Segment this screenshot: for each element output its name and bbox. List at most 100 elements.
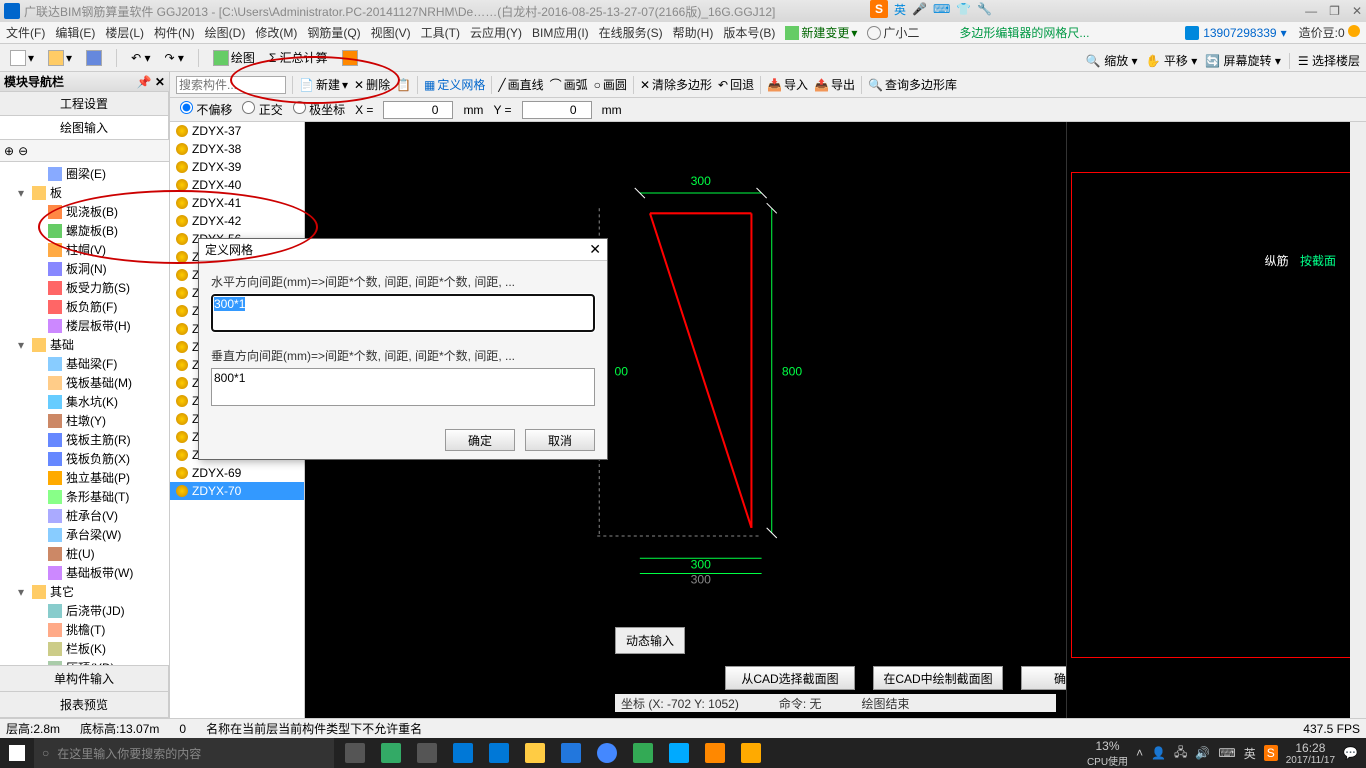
new-change-button[interactable]: 新建变更 ▾ bbox=[785, 24, 857, 41]
tree-node[interactable]: 现浇板(B) bbox=[2, 202, 167, 221]
task-view-icon[interactable] bbox=[338, 738, 372, 768]
tree-node[interactable]: 板洞(N) bbox=[2, 259, 167, 278]
user-short[interactable]: 广小二 bbox=[867, 24, 919, 41]
dialog-titlebar[interactable]: 定义网格 ✕ bbox=[199, 239, 607, 261]
menu-help[interactable]: 帮助(H) bbox=[673, 24, 714, 41]
tree-node[interactable]: 板受力筋(S) bbox=[2, 278, 167, 297]
draw-in-cad-button[interactable]: 在CAD中绘制截面图 bbox=[873, 666, 1003, 690]
tree-node[interactable]: 承台梁(W) bbox=[2, 525, 167, 544]
ime-settings-icon[interactable]: 🔧 bbox=[977, 2, 992, 16]
rotate-button[interactable]: 🔄 屏幕旋转 ▾ bbox=[1205, 52, 1281, 69]
tray-up-icon[interactable]: ˄ bbox=[1136, 746, 1143, 760]
cpu-meter[interactable]: 13% CPU使用 bbox=[1087, 739, 1128, 768]
app-4-icon[interactable] bbox=[662, 738, 696, 768]
tray-sogou-icon[interactable]: S bbox=[1264, 745, 1278, 761]
tree-node[interactable]: 筏板负筋(X) bbox=[2, 449, 167, 468]
undo-step-button[interactable]: ↶ 回退 bbox=[718, 76, 754, 93]
menu-tools[interactable]: 工具(T) bbox=[421, 24, 460, 41]
by-section-label[interactable]: 按截面 bbox=[1300, 254, 1336, 268]
new-component-button[interactable]: 📄 新建 ▾ bbox=[299, 76, 348, 93]
tray-network-icon[interactable]: 🖧 bbox=[1174, 743, 1187, 764]
menu-cloud[interactable]: 云应用(Y) bbox=[470, 24, 522, 41]
export-button[interactable]: 📤 导出 bbox=[814, 76, 855, 93]
tree-node[interactable]: 柱帽(V) bbox=[2, 240, 167, 259]
tray-volume-icon[interactable]: 🔊 bbox=[1195, 746, 1210, 760]
dynamic-input-button[interactable]: 动态输入 bbox=[615, 627, 685, 654]
clock[interactable]: 16:28 2017/11/17 bbox=[1286, 741, 1335, 766]
tree-node[interactable]: 压顶(YD) bbox=[2, 658, 167, 665]
vertical-scrollbar[interactable] bbox=[1350, 122, 1366, 718]
search-component-input[interactable] bbox=[176, 76, 286, 94]
tree-expand-icon[interactable]: ⊕ bbox=[4, 144, 14, 158]
tree-node[interactable]: 圈梁(E) bbox=[2, 164, 167, 183]
dialog-cancel-button[interactable]: 取消 bbox=[525, 429, 595, 451]
store-icon[interactable] bbox=[482, 738, 516, 768]
tree-collapse-icon[interactable]: ⊖ bbox=[18, 144, 28, 158]
delete-button[interactable]: ✕ 删除 bbox=[354, 76, 390, 93]
component-tree[interactable]: 圈梁(E)▾板现浇板(B)螺旋板(B)柱帽(V)板洞(N)板受力筋(S)板负筋(… bbox=[0, 162, 169, 665]
menu-view[interactable]: 视图(V) bbox=[371, 24, 411, 41]
pin-icon[interactable]: 📌 ✕ bbox=[137, 75, 165, 89]
tree-node[interactable]: ▾基础 bbox=[2, 335, 167, 354]
tree-node[interactable]: 桩(U) bbox=[2, 544, 167, 563]
radio-polar[interactable]: 极坐标 bbox=[293, 101, 345, 118]
import-button[interactable]: 📥 导入 bbox=[767, 76, 808, 93]
component-item[interactable]: ZDYX-70 bbox=[170, 482, 304, 500]
select-floor-button[interactable]: ☰ 选择楼层 bbox=[1298, 52, 1360, 69]
sum-calc-button[interactable]: Σ 汇总计算 bbox=[265, 47, 332, 68]
tray-ime-icon[interactable]: ⌨ bbox=[1218, 746, 1235, 760]
tree-node[interactable]: 板负筋(F) bbox=[2, 297, 167, 316]
notification-icon[interactable]: 💬 bbox=[1343, 746, 1358, 760]
component-item[interactable]: ZDYX-37 bbox=[170, 122, 304, 140]
redo-button[interactable]: ↷ ▾ bbox=[160, 49, 187, 67]
menu-modify[interactable]: 修改(M) bbox=[255, 24, 297, 41]
draw-circle-button[interactable]: ○ 画圆 bbox=[594, 76, 627, 93]
tree-node[interactable]: 筏板主筋(R) bbox=[2, 430, 167, 449]
tree-node[interactable]: 集水坑(K) bbox=[2, 392, 167, 411]
component-item[interactable]: ZDYX-69 bbox=[170, 464, 304, 482]
zoom-button[interactable]: 🔍 缩放 ▾ bbox=[1086, 52, 1138, 69]
y-input[interactable] bbox=[522, 101, 592, 119]
app-6-icon[interactable] bbox=[734, 738, 768, 768]
open-file-button[interactable]: ▾ bbox=[44, 48, 76, 68]
component-item[interactable]: ZDYX-41 bbox=[170, 194, 304, 212]
app-5-icon[interactable] bbox=[698, 738, 732, 768]
query-library-button[interactable]: 🔍 查询多边形库 bbox=[868, 76, 957, 93]
draw-line-button[interactable]: ╱ 画直线 bbox=[498, 76, 543, 93]
sogou-icon[interactable]: S bbox=[870, 0, 888, 18]
draw-arc-button[interactable]: ⌒ 画弧 bbox=[550, 76, 588, 93]
tab-report-preview[interactable]: 报表预览 bbox=[0, 692, 169, 717]
menu-online[interactable]: 在线服务(S) bbox=[599, 24, 663, 41]
component-item[interactable]: ZDYX-40 bbox=[170, 176, 304, 194]
undo-button[interactable]: ↶ ▾ bbox=[127, 49, 154, 67]
menu-file[interactable]: 文件(F) bbox=[6, 24, 45, 41]
tree-node[interactable]: 筏板基础(M) bbox=[2, 373, 167, 392]
tree-node[interactable]: 基础板带(W) bbox=[2, 563, 167, 582]
dialog-close-button[interactable]: ✕ bbox=[589, 241, 601, 258]
radio-no-offset[interactable]: 不偏移 bbox=[180, 101, 232, 118]
beans-count[interactable]: 造价豆:0 bbox=[1299, 24, 1360, 41]
component-item[interactable]: ZDYX-39 bbox=[170, 158, 304, 176]
tree-node[interactable]: ▾板 bbox=[2, 183, 167, 202]
v-spacing-input[interactable] bbox=[211, 368, 595, 406]
copy-button[interactable]: 📋 bbox=[396, 78, 411, 92]
tree-node[interactable]: 螺旋板(B) bbox=[2, 221, 167, 240]
tab-project-settings[interactable]: 工程设置 bbox=[0, 92, 169, 115]
window-maximize[interactable]: ❐ bbox=[1329, 4, 1340, 18]
clear-polygon-button[interactable]: ✕ 清除多边形 bbox=[640, 76, 712, 93]
window-close[interactable]: ✕ bbox=[1352, 4, 1362, 18]
radio-ortho[interactable]: 正交 bbox=[242, 101, 282, 118]
pan-button[interactable]: ✋ 平移 ▾ bbox=[1146, 52, 1198, 69]
app-2-icon[interactable] bbox=[410, 738, 444, 768]
edge-icon[interactable] bbox=[446, 738, 480, 768]
extra-tool-button[interactable] bbox=[338, 48, 362, 68]
draw-mode-button[interactable]: 绘图 bbox=[209, 47, 259, 68]
ime-voice-icon[interactable]: 🎤 bbox=[912, 2, 927, 16]
tree-node[interactable]: 栏板(K) bbox=[2, 639, 167, 658]
define-grid-button[interactable]: ▦ 定义网格 bbox=[424, 76, 485, 93]
save-button[interactable] bbox=[82, 48, 106, 68]
window-minimize[interactable]: — bbox=[1305, 4, 1317, 18]
app-3-icon[interactable] bbox=[626, 738, 660, 768]
menu-component[interactable]: 构件(N) bbox=[154, 24, 195, 41]
user-account[interactable]: 13907298339 ▾ bbox=[1185, 26, 1286, 40]
